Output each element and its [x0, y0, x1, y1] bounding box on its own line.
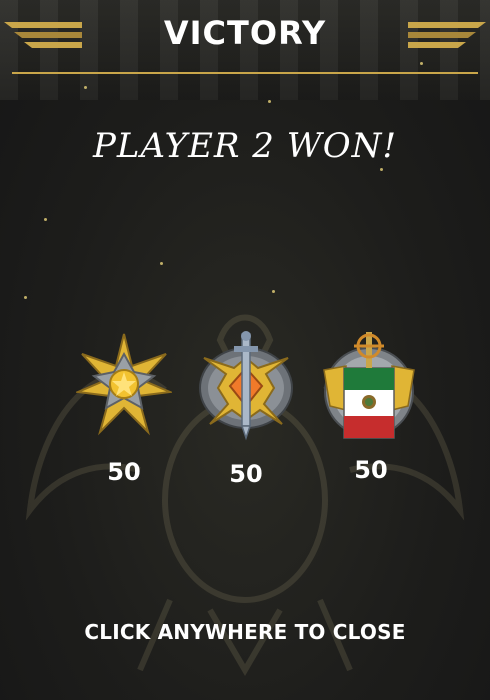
mexico-flag-medal-icon [323, 332, 415, 439]
sparkle [268, 100, 271, 103]
sparkle [44, 218, 47, 221]
reward-value: 50 [107, 458, 141, 486]
reward-sword-medal [198, 328, 294, 446]
winner-text: PLAYER 2 WON! [93, 126, 397, 166]
gold-star-medal-icon [76, 333, 172, 436]
title-divider [12, 72, 478, 74]
sword-shield-medal-icon [199, 331, 293, 441]
reward-gold-star-medal [76, 332, 172, 440]
reward-value: 50 [354, 456, 388, 484]
sparkle [420, 62, 423, 65]
reward-flag-medal [322, 330, 416, 446]
close-hint[interactable]: CLICK ANYWHERE TO CLOSE [0, 620, 490, 644]
sparkle [24, 296, 27, 299]
victory-screen[interactable]: VICTORY PLAYER 2 WON! 50 50 50 CLICK ANY… [0, 0, 490, 700]
page-title: VICTORY [163, 14, 327, 52]
sparkle [160, 262, 163, 265]
reward-value: 50 [229, 460, 263, 488]
sparkle [272, 290, 275, 293]
sparkle [380, 168, 383, 171]
sparkle [84, 86, 87, 89]
